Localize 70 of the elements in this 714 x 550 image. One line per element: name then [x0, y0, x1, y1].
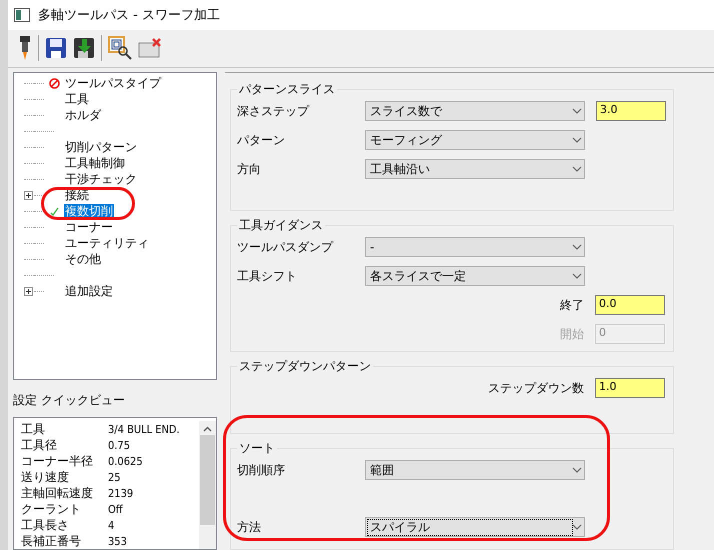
field-label: ステップダウン数 — [488, 380, 584, 396]
tree-item[interactable]: コーナー — [64, 220, 114, 234]
tree-item[interactable]: 干渉チェック — [64, 172, 138, 186]
property-value: 0.75 — [108, 438, 130, 452]
chevron-down-icon — [572, 273, 582, 279]
tree-connector — [34, 290, 44, 292]
tree-item[interactable]: 追加設定 — [64, 284, 114, 298]
tree-item[interactable]: その他 — [64, 252, 102, 266]
field-label: パターン — [237, 132, 285, 146]
field-label: 切削順序 — [237, 462, 285, 476]
dropdown[interactable]: スライス数で — [365, 101, 585, 121]
input-field[interactable]: 1.0 — [595, 378, 665, 398]
quick-view-title: 設定 クイックビュー — [13, 392, 126, 409]
property-value: 4 — [108, 518, 114, 532]
property-name: 工具長さ — [21, 516, 70, 534]
property-value: 3/4 BULL END. — [108, 422, 180, 436]
dropdown[interactable]: 各スライスで一定 — [365, 266, 585, 286]
window-with-x-icon[interactable] — [138, 38, 162, 58]
tree-item[interactable]: ユーティリティ — [64, 236, 150, 250]
tree-connector — [34, 194, 44, 196]
property-value: Off — [108, 502, 123, 516]
field-label: 方向 — [237, 162, 261, 176]
chevron-down-icon — [572, 137, 582, 143]
tree-item[interactable]: 接続 — [64, 188, 90, 202]
property-name: 工具 — [21, 420, 46, 438]
property-value: 25 — [108, 470, 121, 484]
tree-item[interactable]: ホルダ — [64, 108, 102, 122]
property-name: コーナー半径 — [21, 452, 94, 470]
group-title: ソート — [238, 440, 276, 457]
dropdown[interactable]: モーフィング — [365, 130, 585, 150]
field-label: 工具シフト — [237, 268, 297, 282]
input-field[interactable]: 3.0 — [596, 101, 666, 121]
property-name: 工具径 — [21, 436, 58, 454]
property-name: 主軸回転速度 — [21, 484, 94, 502]
tree-item[interactable]: 工具 — [64, 92, 90, 106]
window-title: 多軸ツールパス - スワーフ加工 — [38, 6, 220, 24]
dropdown[interactable]: 工具軸沿い — [365, 159, 585, 179]
tree-item[interactable]: 複数切削 — [64, 204, 114, 218]
property-name: クーラント — [21, 500, 82, 518]
magnifier-on-squares-icon[interactable] — [108, 36, 132, 60]
group-title: 工具ガイダンス — [238, 217, 324, 234]
field-label: 深さステップ — [237, 104, 309, 118]
property-name: 送り速度 — [21, 468, 70, 486]
group-title: ステップダウンパターン — [238, 358, 372, 375]
tree-item[interactable]: ツールパスタイプ — [64, 76, 162, 90]
scrollbar[interactable] — [199, 421, 216, 549]
field-label: 方法 — [237, 520, 261, 534]
dropdown[interactable]: - — [365, 237, 585, 257]
window-icon — [14, 8, 30, 22]
field-label: 開始 — [560, 326, 584, 342]
dropdown[interactable]: スパイラル — [365, 517, 585, 537]
expand-plus-icon[interactable] — [24, 286, 33, 296]
tree-item[interactable]: 工具軸制御 — [64, 156, 126, 170]
chevron-down-icon — [572, 467, 582, 473]
dropdown[interactable]: 範囲 — [365, 460, 585, 480]
field-label: ツールパスダンプ — [237, 240, 333, 254]
property-name: 長補正番号 — [21, 532, 82, 550]
chevron-down-icon — [572, 524, 582, 530]
chevron-down-icon — [572, 166, 582, 172]
field-label: 終了 — [560, 296, 584, 314]
group-title: パターンスライス — [238, 81, 336, 98]
tree-item[interactable]: 切削パターン — [64, 140, 138, 154]
property-value: 2139 — [108, 486, 134, 500]
property-value: 0.0625 — [108, 454, 143, 468]
chevron-down-icon — [572, 244, 582, 250]
input-field[interactable]: 0.0 — [595, 295, 665, 315]
property-value: 353 — [108, 534, 127, 548]
scroll-up-icon[interactable] — [203, 426, 212, 432]
chevron-down-icon — [572, 108, 582, 114]
expand-plus-icon[interactable] — [24, 190, 33, 200]
